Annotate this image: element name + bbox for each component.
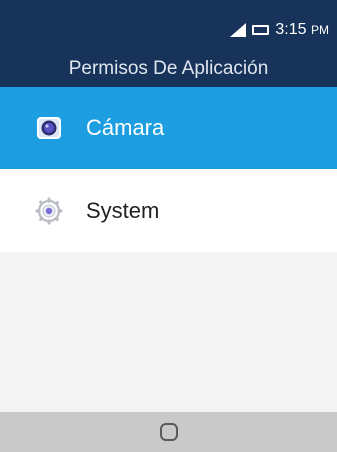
page-title: Permisos De Aplicación bbox=[68, 58, 269, 79]
home-key-icon[interactable] bbox=[159, 423, 178, 441]
status-time-ampm: PM bbox=[311, 23, 329, 37]
battery-icon bbox=[252, 25, 270, 35]
signal-icon bbox=[230, 23, 247, 37]
header: 3:15 PM Permisos De Aplicación bbox=[0, 0, 337, 87]
gear-icon bbox=[34, 196, 64, 226]
list-item-label: Cámara bbox=[86, 115, 165, 140]
status-time: 3:15 PM bbox=[275, 20, 329, 40]
nav-bar bbox=[0, 412, 337, 452]
empty-area bbox=[0, 252, 337, 412]
status-bar: 3:15 PM bbox=[230, 20, 329, 40]
list-item-label: System bbox=[86, 197, 160, 223]
list-item-camera[interactable]: Cámara bbox=[0, 87, 337, 169]
app-list: Cámara System bbox=[0, 87, 337, 252]
camera-icon bbox=[34, 113, 64, 143]
status-time-value: 3:15 bbox=[275, 21, 307, 38]
list-item-system[interactable]: System bbox=[0, 169, 337, 252]
